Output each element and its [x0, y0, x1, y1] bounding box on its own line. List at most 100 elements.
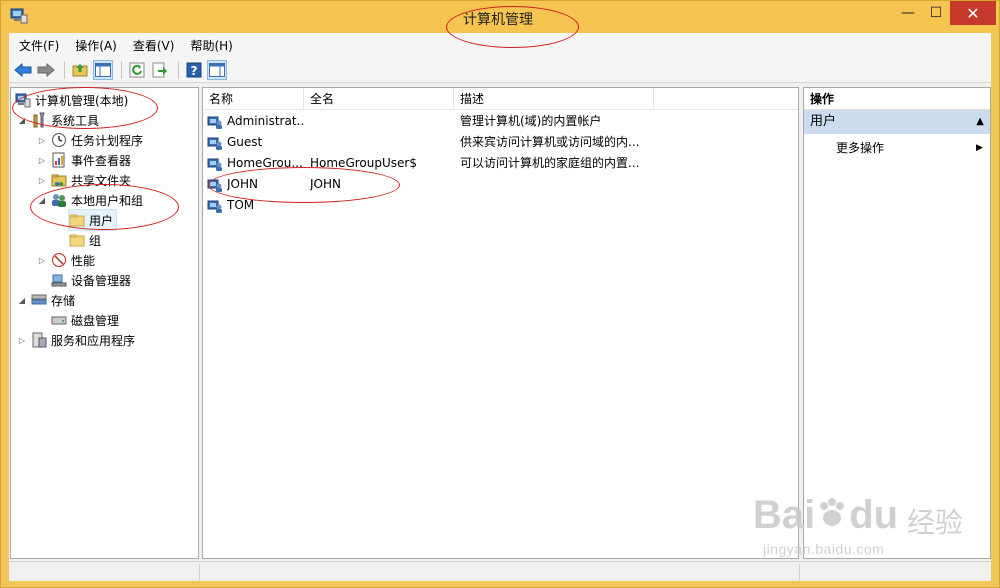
column-header-name[interactable]: 名称	[203, 88, 304, 110]
tree-node-services-apps[interactable]: ▷ 服务和应用程序	[17, 330, 135, 350]
tree-label: 性能	[71, 253, 96, 268]
device-manager-icon	[51, 274, 67, 287]
tree-node-local-users-groups[interactable]: ◢ 本地用户和组	[37, 190, 143, 210]
action-group-users[interactable]: 用户 ▲	[804, 110, 990, 134]
menu-file[interactable]: 文件(F)	[19, 37, 59, 54]
tree-label: 事件查看器	[71, 153, 132, 168]
tree-label: 设备管理器	[71, 273, 132, 288]
shared-folder-icon	[51, 174, 67, 187]
watermark-url: jingyan.baidu.com	[763, 541, 885, 557]
back-button[interactable]	[13, 60, 33, 80]
services-icon	[32, 332, 47, 348]
close-button[interactable]: ✕	[950, 1, 996, 25]
cell-name: TOM	[227, 198, 255, 212]
computer-management-icon	[10, 8, 28, 24]
cell-name: Administrat...	[227, 114, 305, 128]
cell-description: 可以访问计算机的家庭组的内置...	[460, 156, 640, 170]
table-row[interactable]: TOM	[203, 195, 798, 216]
cell-fullname: HomeGroupUser$	[310, 156, 417, 170]
table-row[interactable]: Guest 供来宾访问计算机或访问域的内...	[203, 132, 798, 153]
expand-arrow-icon[interactable]: ▷	[37, 135, 47, 145]
menu-view[interactable]: 查看(V)	[133, 37, 175, 54]
collapse-arrow-icon[interactable]: ◢	[37, 195, 47, 205]
tree-node-task-scheduler[interactable]: ▷ 任务计划程序	[37, 130, 143, 150]
show-hide-action-pane-icon	[209, 62, 225, 77]
expand-arrow-icon[interactable]: ▷	[37, 255, 47, 265]
collapse-caret-icon[interactable]: ▲	[976, 110, 984, 134]
more-actions-item[interactable]: 更多操作	[836, 138, 884, 158]
tree-node-performance[interactable]: ▷ 性能	[37, 250, 95, 270]
list-header: 名称 全名 描述	[203, 88, 798, 110]
tree-label: 磁盘管理	[71, 313, 120, 328]
column-header-description[interactable]: 描述	[454, 88, 654, 110]
watermark-cn: 经验	[907, 506, 964, 539]
cell-fullname: JOHN	[310, 177, 341, 191]
toolbar-separator	[178, 60, 179, 79]
minimize-button[interactable]: —	[894, 1, 922, 25]
user-list[interactable]: 名称 全名 描述 Administrat... 管理计算机(域)的内置帐户 Gues…	[202, 87, 799, 559]
expand-arrow-icon[interactable]: ▷	[37, 155, 47, 165]
expand-arrow-icon[interactable]: ▷	[17, 335, 27, 345]
tree-label: 共享文件夹	[71, 173, 132, 188]
forward-button[interactable]	[36, 60, 56, 80]
tree-node-device-manager[interactable]: 设备管理器	[51, 270, 131, 290]
expand-arrow-icon[interactable]: ▷	[37, 175, 47, 185]
cell-description: 管理计算机(域)的内置帐户	[460, 114, 602, 128]
forward-icon	[37, 62, 55, 77]
tree-node-system-tools[interactable]: ◢ 系统工具	[17, 110, 99, 130]
collapse-arrow-icon[interactable]: ◢	[17, 115, 27, 125]
action-group-label: 用户	[810, 114, 837, 129]
table-row[interactable]: HomeGrou... HomeGroupUser$ 可以访问计算机的家庭组的内置.…	[203, 153, 798, 174]
disk-icon	[51, 316, 67, 325]
submenu-arrow-icon[interactable]: ▶	[976, 138, 983, 158]
tree-node-computer-management[interactable]: 计算机管理(本地)	[15, 90, 128, 110]
title-bar[interactable]: 计算机管理 — ☐ ✕	[1, 1, 999, 33]
column-header-fullname[interactable]: 全名	[304, 88, 454, 110]
show-hide-action-pane-button[interactable]	[207, 59, 227, 80]
tree-node-disk-management[interactable]: 磁盘管理	[51, 310, 119, 330]
refresh-button[interactable]	[127, 60, 147, 80]
folder-icon	[69, 214, 85, 227]
up-level-button[interactable]	[70, 60, 90, 80]
tree-label: 本地用户和组	[71, 193, 144, 208]
paw-logo-icon	[820, 498, 845, 526]
users-group-icon	[52, 194, 66, 207]
help-button[interactable]: ?	[184, 60, 204, 80]
tree-node-users[interactable]: 用户	[67, 209, 118, 231]
cell-name: JOHN	[227, 177, 258, 191]
event-viewer-icon	[52, 152, 65, 168]
collapse-arrow-icon[interactable]: ◢	[17, 295, 27, 305]
action-pane-header: 操作	[804, 88, 990, 110]
cell-fullname	[310, 111, 455, 132]
cell-description	[460, 195, 790, 216]
menu-action[interactable]: 操作(A)	[75, 37, 117, 54]
maximize-button[interactable]: ☐	[922, 1, 950, 25]
watermark-brand: Bai du	[753, 493, 899, 537]
tree-label: 组	[89, 233, 102, 248]
tree-node-shared-folders[interactable]: ▷ 共享文件夹	[37, 170, 131, 190]
status-divider	[199, 564, 200, 580]
export-list-icon	[152, 62, 167, 77]
up-folder-icon	[72, 63, 88, 76]
toolbar-separator	[64, 60, 65, 79]
menu-help[interactable]: 帮助(H)	[190, 37, 232, 54]
table-row[interactable]: JOHN JOHN	[203, 174, 798, 195]
maximize-icon: ☐	[929, 5, 943, 21]
performance-icon	[52, 253, 66, 267]
status-bar	[9, 561, 991, 581]
tree-label: 任务计划程序	[71, 133, 144, 148]
tree-label: 服务和应用程序	[51, 333, 136, 348]
tree-node-event-viewer[interactable]: ▷ 事件查看器	[37, 150, 131, 170]
user-icon	[207, 200, 222, 213]
help-icon: ?	[186, 62, 202, 78]
storage-icon	[31, 294, 47, 305]
table-row[interactable]: Administrat... 管理计算机(域)的内置帐户	[203, 111, 798, 132]
console-tree[interactable]: 计算机管理(本地) ◢ 系统工具 ▷ 任务计划程序 ▷ 事件查看器 ▷ 共享文件…	[10, 87, 199, 559]
tree-node-storage[interactable]: ◢ 存储	[17, 290, 75, 310]
minimize-icon: —	[901, 5, 915, 21]
export-list-button[interactable]	[150, 60, 170, 80]
folder-icon	[69, 234, 85, 247]
show-hide-console-tree-button[interactable]	[93, 59, 113, 80]
clock-icon	[52, 133, 66, 147]
tree-node-groups[interactable]: 组	[69, 230, 101, 250]
